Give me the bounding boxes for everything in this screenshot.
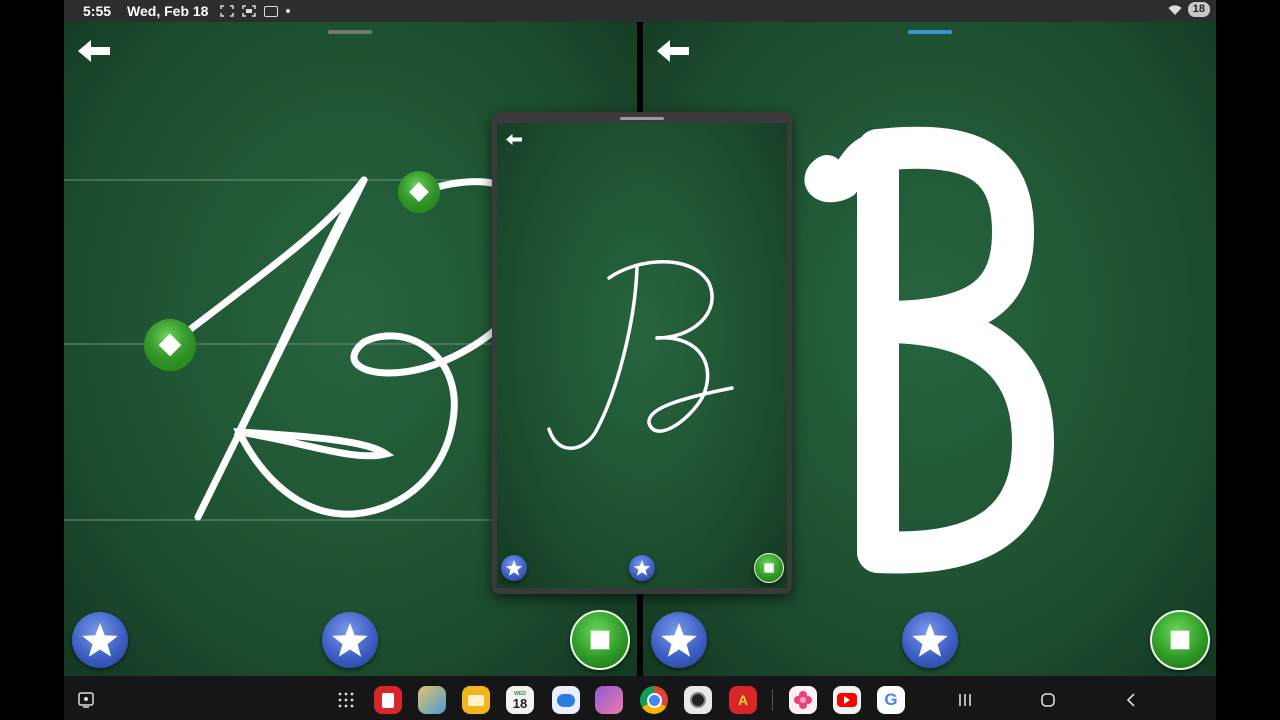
- camera-app-icon[interactable]: [684, 686, 712, 714]
- back-button[interactable]: [1117, 686, 1145, 714]
- status-bar: 5:55 Wed, Feb 18 18: [64, 0, 1216, 22]
- game-app-icon[interactable]: [418, 686, 446, 714]
- star-icon: [633, 560, 651, 576]
- window-icon: [264, 5, 279, 17]
- grid-icon: [338, 692, 354, 708]
- star-button-middle[interactable]: [322, 612, 378, 668]
- abc-app-icon[interactable]: A: [729, 686, 757, 714]
- screenshot-button[interactable]: [72, 686, 100, 714]
- status-notification-icons: [220, 5, 291, 17]
- calendar-day: 18: [512, 695, 528, 711]
- popup-stop-button[interactable]: [754, 553, 784, 583]
- star-icon: [82, 623, 118, 657]
- tracing-end-dot[interactable]: [398, 171, 440, 213]
- recents-button[interactable]: [951, 686, 979, 714]
- screenshot-icon: [78, 692, 94, 708]
- app-drawer-button[interactable]: [332, 686, 360, 714]
- popup-star-button-middle[interactable]: [629, 555, 655, 581]
- stop-icon: [764, 563, 774, 573]
- home-button[interactable]: [1034, 686, 1062, 714]
- chrome-app-icon[interactable]: [640, 686, 668, 714]
- fullscreen-icon: [220, 5, 235, 17]
- popup-board[interactable]: [497, 123, 787, 588]
- star-icon: [505, 560, 523, 576]
- popup-app-window[interactable]: [492, 112, 792, 594]
- stop-button[interactable]: [570, 610, 630, 670]
- notes-app-icon[interactable]: [374, 686, 402, 714]
- screenshot-icon: [242, 5, 257, 17]
- popup-drag-handle[interactable]: [620, 117, 664, 120]
- tracing-start-dot[interactable]: [144, 319, 196, 371]
- status-date: Wed, Feb 18: [127, 3, 209, 19]
- taskbar-separator: [772, 689, 773, 711]
- stop-button[interactable]: [1150, 610, 1210, 670]
- star-button-left[interactable]: [72, 612, 128, 668]
- gallery-app-icon[interactable]: [789, 686, 817, 714]
- chevron-left-icon: [1126, 693, 1135, 707]
- more-notifications-dot: [286, 9, 291, 13]
- files-app-icon[interactable]: [462, 686, 490, 714]
- cursive-b-letter[interactable]: [497, 123, 787, 588]
- google-app-icon[interactable]: G: [877, 686, 905, 714]
- flower-icon: [794, 691, 812, 709]
- stop-icon: [590, 630, 610, 650]
- taskbar: WED 18 A G: [64, 676, 1216, 720]
- youtube-app-icon[interactable]: [833, 686, 861, 714]
- star-icon: [661, 623, 697, 657]
- star-icon: [912, 623, 948, 657]
- star-button-left[interactable]: [651, 612, 707, 668]
- home-icon: [1041, 693, 1055, 707]
- stop-icon: [1170, 630, 1190, 650]
- wifi-icon: [1168, 4, 1182, 15]
- kids-app-icon[interactable]: [595, 686, 623, 714]
- star-button-middle[interactable]: [902, 612, 958, 668]
- messages-app-icon[interactable]: [552, 686, 580, 714]
- battery-indicator: 18: [1187, 2, 1210, 17]
- star-icon: [332, 623, 368, 657]
- calendar-app-icon[interactable]: WED 18: [506, 686, 534, 714]
- status-time: 5:55: [83, 3, 112, 19]
- popup-star-button-left[interactable]: [501, 555, 527, 581]
- recents-icon: [959, 694, 971, 706]
